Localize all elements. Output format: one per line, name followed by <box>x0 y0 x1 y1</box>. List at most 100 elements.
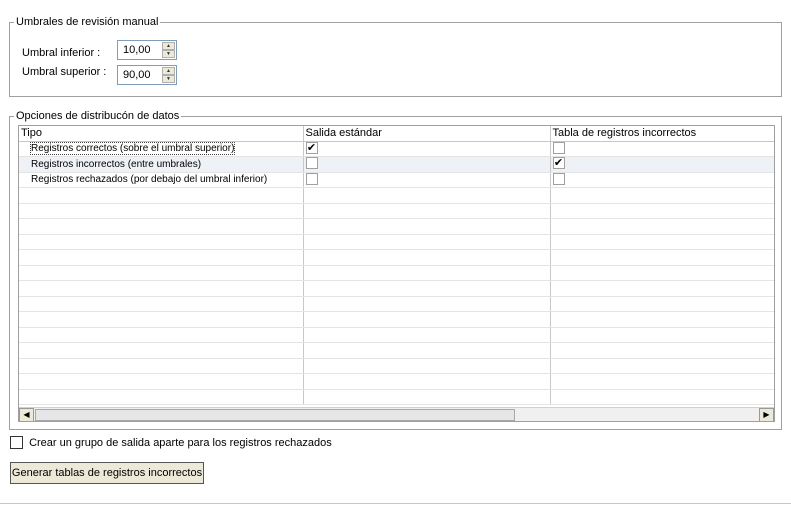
bad-records-table-checkbox[interactable]: ✔ <box>552 157 565 170</box>
bad-records-table-checkbox[interactable] <box>552 172 565 185</box>
empty-cell <box>19 218 304 235</box>
empty-cell <box>303 265 551 281</box>
empty-cell <box>303 389 551 405</box>
empty-cell <box>19 203 304 219</box>
row-type-label: Registros rechazados (por debajo del umb… <box>31 174 268 186</box>
empty-cell <box>550 389 774 405</box>
bad-records-table-cell[interactable]: ✔ <box>550 156 774 173</box>
standard-output-cell[interactable] <box>303 156 551 173</box>
empty-table-row <box>19 218 774 235</box>
empty-cell <box>19 358 304 374</box>
empty-cell <box>303 218 551 235</box>
lower-threshold-spinner[interactable]: 10,00 ▲ ▼ <box>117 40 177 60</box>
horizontal-scrollbar[interactable]: ◀ ▶ <box>19 407 774 421</box>
distribution-table: Tipo Salida estándar Tabla de registros … <box>19 126 774 405</box>
empty-cell <box>19 296 304 312</box>
spin-down-icon[interactable]: ▼ <box>162 50 175 58</box>
empty-table-row <box>19 311 774 328</box>
empty-cell <box>550 358 774 374</box>
column-header-standard-output[interactable]: Salida estándar <box>303 126 551 142</box>
empty-table-row <box>19 296 774 312</box>
empty-cell <box>303 296 551 312</box>
column-header-type[interactable]: Tipo <box>19 126 304 142</box>
empty-cell <box>303 311 551 328</box>
lower-threshold-value[interactable]: 10,00 <box>123 44 151 56</box>
bad-records-table-cell[interactable] <box>550 172 774 188</box>
empty-cell <box>303 203 551 219</box>
empty-cell <box>19 389 304 405</box>
empty-table-row <box>19 234 774 250</box>
empty-table-row <box>19 249 774 266</box>
empty-cell <box>550 296 774 312</box>
empty-cell <box>550 327 774 343</box>
empty-cell <box>19 327 304 343</box>
upper-threshold-label: Umbral superior : <box>22 66 107 78</box>
empty-cell <box>550 203 774 219</box>
bad-records-table-checkbox[interactable] <box>552 141 565 154</box>
empty-table-row <box>19 187 774 204</box>
separate-group-checkbox[interactable] <box>10 436 23 449</box>
scrollbar-thumb[interactable] <box>35 409 515 421</box>
empty-cell <box>550 311 774 328</box>
bottom-divider <box>0 503 791 504</box>
empty-cell <box>303 358 551 374</box>
empty-cell <box>303 187 551 204</box>
empty-table-row <box>19 327 774 343</box>
empty-cell <box>303 249 551 266</box>
empty-cell <box>550 373 774 390</box>
separate-group-label[interactable]: Crear un grupo de salida aparte para los… <box>29 437 332 449</box>
empty-table-row <box>19 342 774 359</box>
empty-cell <box>303 280 551 297</box>
empty-table-row <box>19 389 774 405</box>
empty-cell <box>550 187 774 204</box>
empty-cell <box>303 373 551 390</box>
standard-output-checkbox[interactable] <box>305 172 318 185</box>
separate-group-option[interactable]: Crear un grupo de salida aparte para los… <box>10 436 332 450</box>
table-row[interactable]: Registros incorrectos (entre umbrales) ✔ <box>19 156 774 173</box>
empty-table-row <box>19 280 774 297</box>
distribution-legend: Opciones de distribucón de datos <box>14 110 182 123</box>
thresholds-legend: Umbrales de revisión manual <box>14 16 161 29</box>
table-row[interactable]: Registros rechazados (por debajo del umb… <box>19 172 774 188</box>
row-type-cell[interactable]: Registros rechazados (por debajo del umb… <box>19 172 304 188</box>
column-header-bad-records-table[interactable]: Tabla de registros incorrectos <box>550 126 774 142</box>
empty-cell <box>19 234 304 250</box>
empty-cell <box>19 311 304 328</box>
bad-records-table-cell[interactable] <box>550 141 774 157</box>
row-type-cell[interactable]: Registros incorrectos (entre umbrales) <box>19 156 304 173</box>
standard-output-cell[interactable]: ✔ <box>303 141 551 157</box>
spin-up-icon[interactable]: ▲ <box>162 67 175 75</box>
empty-cell <box>19 187 304 204</box>
standard-output-checkbox[interactable]: ✔ <box>305 141 318 154</box>
lower-threshold-label: Umbral inferior : <box>22 47 101 59</box>
spin-up-icon[interactable]: ▲ <box>162 42 175 50</box>
empty-cell <box>19 373 304 390</box>
spin-down-icon[interactable]: ▼ <box>162 75 175 83</box>
standard-output-checkbox[interactable] <box>305 157 318 170</box>
distribution-grid: Tipo Salida estándar Tabla de registros … <box>18 125 775 422</box>
standard-output-cell[interactable] <box>303 172 551 188</box>
scroll-right-icon[interactable]: ▶ <box>759 408 774 421</box>
empty-cell <box>550 265 774 281</box>
row-type-cell[interactable]: Registros correctos (sobre el umbral sup… <box>19 141 304 157</box>
row-type-label: Registros incorrectos (entre umbrales) <box>31 158 202 170</box>
row-type-label: Registros correctos (sobre el umbral sup… <box>29 142 236 156</box>
generate-bad-records-tables-button[interactable]: Generar tablas de registros incorrectos <box>10 462 204 484</box>
empty-cell <box>19 249 304 266</box>
empty-cell <box>550 234 774 250</box>
empty-table-row <box>19 373 774 390</box>
empty-table-row <box>19 358 774 374</box>
empty-cell <box>19 342 304 359</box>
upper-threshold-value[interactable]: 90,00 <box>123 69 151 81</box>
grid-header-row: Tipo Salida estándar Tabla de registros … <box>19 126 774 142</box>
empty-table-row <box>19 265 774 281</box>
empty-cell <box>550 218 774 235</box>
table-row[interactable]: Registros correctos (sobre el umbral sup… <box>19 141 774 157</box>
empty-table-row <box>19 203 774 219</box>
empty-cell <box>550 280 774 297</box>
empty-cell <box>303 234 551 250</box>
scroll-left-icon[interactable]: ◀ <box>19 408 34 421</box>
upper-threshold-spinner[interactable]: 90,00 ▲ ▼ <box>117 65 177 85</box>
empty-cell <box>19 265 304 281</box>
empty-cell <box>550 342 774 359</box>
